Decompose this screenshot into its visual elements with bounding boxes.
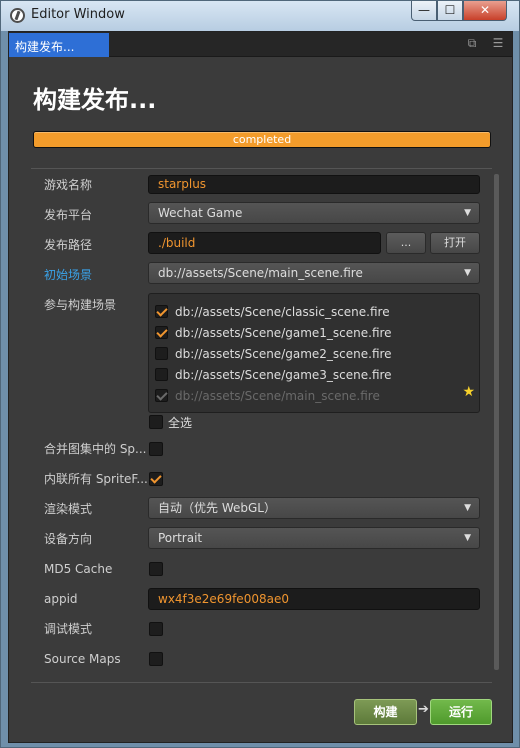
platform-value: Wechat Game xyxy=(158,206,243,220)
build-scenes-label: 参与构建场景 xyxy=(44,298,117,312)
appid-input[interactable]: wx4f3e2e69fe008ae0 xyxy=(148,588,480,610)
scene-checkbox[interactable] xyxy=(155,305,168,318)
tab-strip: 构建发布... ⧉ ☰ xyxy=(9,32,512,57)
divider xyxy=(31,682,492,683)
render-mode-value: 自动（优先 WebGL） xyxy=(158,501,276,515)
platform-label: 发布平台 xyxy=(44,208,93,222)
orientation-value: Portrait xyxy=(158,531,203,545)
chevron-down-icon: ▼ xyxy=(464,268,471,278)
close-button[interactable]: ✕ xyxy=(463,1,507,21)
progress-text: completed xyxy=(232,133,292,146)
source-maps-checkbox[interactable] xyxy=(149,652,163,666)
render-mode-label: 渲染模式 xyxy=(44,502,93,516)
start-scene-label: 初始场景 xyxy=(44,268,93,282)
md5-cache-checkbox[interactable] xyxy=(149,562,163,576)
scene-checkbox[interactable] xyxy=(155,326,168,339)
render-mode-select[interactable]: 自动（优先 WebGL） ▼ xyxy=(148,497,480,519)
scene-path: db://assets/Scene/main_scene.fire xyxy=(175,389,380,403)
platform-select[interactable]: Wechat Game ▼ xyxy=(148,202,480,224)
orientation-select[interactable]: Portrait ▼ xyxy=(148,527,480,549)
build-path-label: 发布路径 xyxy=(44,238,93,252)
page-title: 构建发布... xyxy=(33,86,157,114)
scene-list: db://assets/Scene/classic_scene.fire db:… xyxy=(148,293,480,413)
browse-button[interactable]: ... xyxy=(386,232,426,254)
chevron-down-icon: ▼ xyxy=(464,503,471,513)
build-progress-bar: completed xyxy=(33,131,491,148)
chevron-down-icon: ▼ xyxy=(464,208,471,218)
scrollbar[interactable] xyxy=(494,174,499,670)
tab-build-publish[interactable]: 构建发布... xyxy=(9,33,109,57)
scene-checkbox[interactable] xyxy=(155,368,168,381)
game-name-label: 游戏名称 xyxy=(44,178,93,192)
maximize-button[interactable]: ☐ xyxy=(437,1,463,21)
build-button[interactable]: 构建 xyxy=(354,699,417,725)
select-all-checkbox[interactable] xyxy=(149,415,163,429)
scene-path: db://assets/Scene/game2_scene.fire xyxy=(175,347,392,361)
editor-window: Editor Window — ☐ ✕ 构建发布... ⧉ ☰ 构建发布... … xyxy=(0,0,520,748)
run-button[interactable]: 运行 xyxy=(430,699,492,725)
game-name-input[interactable]: starplus xyxy=(148,175,480,194)
appid-label: appid xyxy=(44,592,78,606)
open-folder-button[interactable]: 打开 xyxy=(430,232,480,254)
select-all-label: 全选 xyxy=(168,416,193,430)
divider xyxy=(31,168,492,169)
app-icon xyxy=(10,8,25,23)
start-scene-select[interactable]: db://assets/Scene/main_scene.fire ▼ xyxy=(148,262,480,284)
menu-icon[interactable]: ☰ xyxy=(491,36,505,50)
debug-mode-checkbox[interactable] xyxy=(149,622,163,636)
merge-atlas-checkbox[interactable] xyxy=(149,442,163,456)
chevron-down-icon: ▼ xyxy=(464,533,471,543)
orientation-label: 设备方向 xyxy=(44,532,93,546)
md5-cache-label: MD5 Cache xyxy=(44,562,113,576)
scene-checkbox xyxy=(155,389,168,402)
inline-sprite-label: 内联所有 SpriteF... xyxy=(44,472,148,486)
scene-path: db://assets/Scene/classic_scene.fire xyxy=(175,305,390,319)
popout-icon[interactable]: ⧉ xyxy=(465,36,479,50)
minimize-button[interactable]: — xyxy=(411,1,437,21)
source-maps-label: Source Maps xyxy=(44,652,121,666)
scene-checkbox[interactable] xyxy=(155,347,168,360)
window-title: Editor Window xyxy=(31,7,125,22)
title-bar[interactable]: Editor Window — ☐ ✕ xyxy=(1,1,519,31)
scene-path: db://assets/Scene/game1_scene.fire xyxy=(175,326,392,340)
inline-sprite-checkbox[interactable] xyxy=(149,472,163,486)
scene-path: db://assets/Scene/game3_scene.fire xyxy=(175,368,392,382)
arrow-right-icon: ➔ xyxy=(418,702,429,717)
debug-mode-label: 调试模式 xyxy=(44,622,93,636)
client-area: 构建发布... ⧉ ☰ 构建发布... completed 游戏名称 starp… xyxy=(8,31,513,743)
star-icon: ★ xyxy=(462,384,475,400)
build-path-input[interactable]: ./build xyxy=(148,232,381,254)
merge-atlas-label: 合并图集中的 Sp... xyxy=(44,442,147,456)
start-scene-value: db://assets/Scene/main_scene.fire xyxy=(158,266,363,280)
